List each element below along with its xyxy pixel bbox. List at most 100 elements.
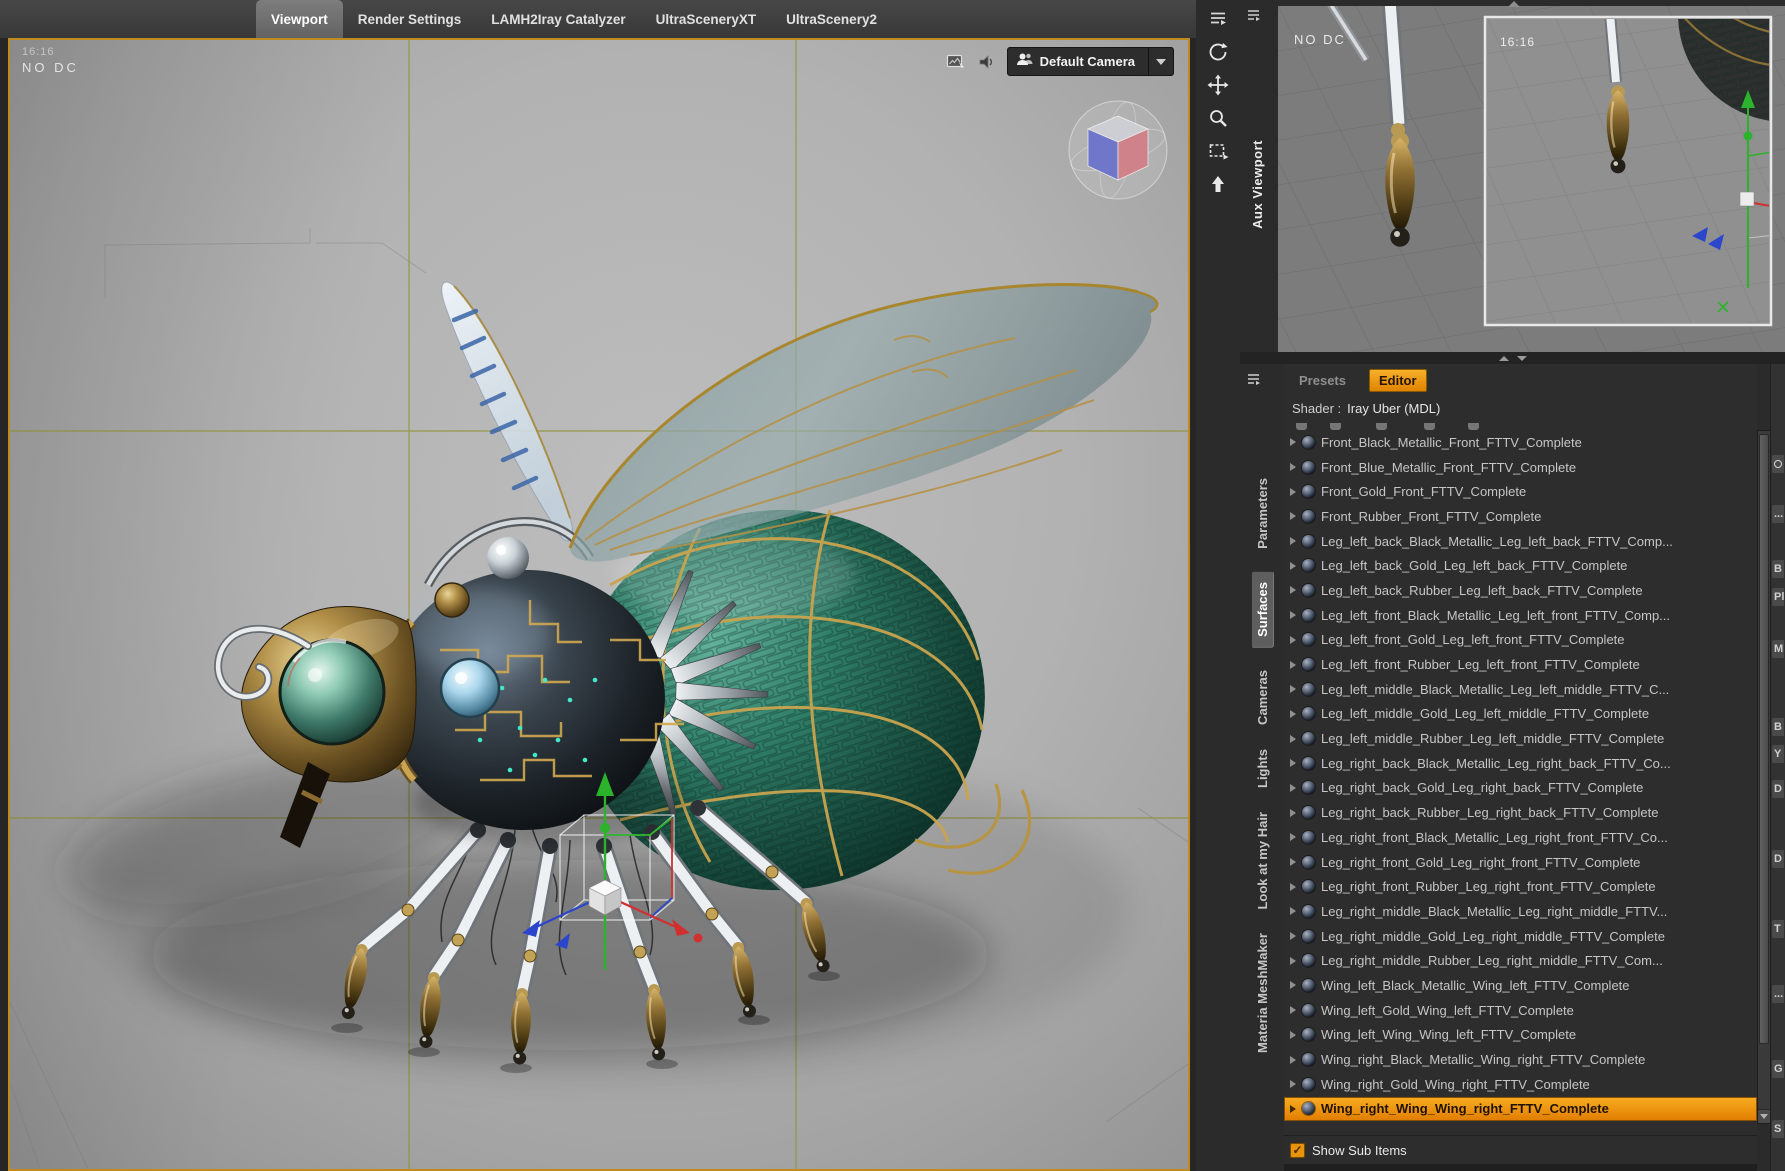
surface-row[interactable]: Wing_right_Black_Metallic_Wing_right_FTT… [1284, 1047, 1757, 1072]
surface-row[interactable]: Wing_right_Wing_Wing_right_FTTV_Complete [1284, 1096, 1757, 1122]
tab-render-settings[interactable]: Render Settings [343, 0, 477, 38]
camera-selector-arrow[interactable] [1148, 48, 1173, 75]
tab-lamh2iray-catalyzer[interactable]: LAMH2Iray Catalyzer [476, 0, 640, 38]
expander-icon[interactable] [1290, 611, 1296, 620]
3d-viewport[interactable]: 16:16 NO DC Default Camera [8, 38, 1190, 1171]
show-sub-items-checkbox[interactable] [1290, 1142, 1305, 1158]
aux-viewport-view[interactable]: NO DC 16:16 [1278, 6, 1785, 352]
expander-icon[interactable] [1290, 981, 1296, 990]
expander-icon[interactable] [1290, 537, 1296, 546]
surface-row[interactable]: Leg_right_front_Rubber_Leg_right_front_F… [1284, 874, 1757, 899]
surface-row[interactable]: Leg_left_front_Black_Metallic_Leg_left_f… [1284, 603, 1757, 628]
expander-icon[interactable] [1290, 956, 1296, 965]
pane-splitter[interactable] [1240, 352, 1785, 364]
camera-selector[interactable]: Default Camera [1006, 47, 1174, 76]
search-icon[interactable] [1772, 455, 1784, 473]
expander-icon[interactable] [1290, 660, 1296, 669]
dock-collapse-grip-top[interactable] [1507, 1, 1520, 7]
surfaces-tab-editor[interactable]: Editor [1368, 368, 1427, 392]
tab-viewport[interactable]: Viewport [256, 0, 343, 38]
tab-ultrascenery2[interactable]: UltraScenery2 [771, 0, 892, 38]
sidetab-surfaces[interactable]: Surfaces [1250, 570, 1274, 648]
cut-button[interactable]: D [1772, 780, 1784, 798]
dock-panel-icon[interactable] [1205, 6, 1231, 32]
tab-ultrasceneryxt[interactable]: UltraSceneryXT [641, 0, 772, 38]
expander-icon[interactable] [1290, 709, 1296, 718]
cut-button[interactable]: B [1772, 560, 1784, 578]
pan-icon[interactable] [1205, 72, 1231, 98]
surface-row[interactable]: Leg_left_middle_Black_Metallic_Leg_left_… [1284, 677, 1757, 702]
surface-row[interactable]: Front_Gold_Front_FTTV_Complete [1284, 479, 1757, 504]
surface-row[interactable]: Wing_left_Black_Metallic_Wing_left_FTTV_… [1284, 973, 1757, 998]
cut-button[interactable]: ... [1772, 985, 1784, 1003]
surface-row[interactable]: Wing_left_Gold_Wing_left_FTTV_Complete [1284, 998, 1757, 1023]
pane-menu-icon[interactable] [1246, 8, 1262, 27]
cut-button[interactable]: B [1772, 718, 1784, 736]
expander-icon[interactable] [1290, 932, 1296, 941]
expander-icon[interactable] [1290, 1055, 1296, 1064]
expander-icon[interactable] [1290, 759, 1296, 768]
expander-icon[interactable] [1290, 1104, 1296, 1113]
cut-button[interactable]: ... [1772, 505, 1784, 523]
cut-button[interactable]: D [1772, 850, 1784, 868]
expander-icon[interactable] [1290, 833, 1296, 842]
surface-row[interactable]: Leg_left_back_Rubber_Leg_left_back_FTTV_… [1284, 578, 1757, 603]
right-wing[interactable] [568, 282, 1159, 562]
orientation-cube[interactable] [1067, 99, 1169, 201]
scrollbar-down-button[interactable] [1758, 1109, 1770, 1123]
expander-icon[interactable] [1290, 1006, 1296, 1015]
surface-row[interactable]: Wing_right_Gold_Wing_right_FTTV_Complete [1284, 1072, 1757, 1097]
surface-row[interactable]: Leg_right_front_Gold_Leg_right_front_FTT… [1284, 850, 1757, 875]
frame-select-icon[interactable] [1205, 138, 1231, 164]
expander-icon[interactable] [1290, 907, 1296, 916]
render-preview-icon[interactable] [945, 52, 967, 72]
expander-icon[interactable] [1290, 734, 1296, 743]
expander-icon[interactable] [1290, 685, 1296, 694]
surface-row[interactable]: Leg_left_front_Gold_Leg_left_front_FTTV_… [1284, 628, 1757, 653]
surface-row[interactable]: Leg_left_middle_Gold_Leg_left_middle_FTT… [1284, 702, 1757, 727]
expander-icon[interactable] [1290, 882, 1296, 891]
surface-row[interactable]: Leg_right_back_Gold_Leg_right_back_FTTV_… [1284, 776, 1757, 801]
cut-button[interactable]: M [1772, 640, 1784, 658]
surface-row[interactable]: Leg_left_front_Rubber_Leg_left_front_FTT… [1284, 652, 1757, 677]
sidetab-parameters[interactable]: Parameters [1252, 476, 1273, 551]
pane-menu-icon[interactable] [1246, 372, 1262, 391]
aim-up-icon[interactable] [1205, 171, 1231, 197]
expander-icon[interactable] [1290, 512, 1296, 521]
surface-row[interactable]: Wing_left_Wing_Wing_left_FTTV_Complete [1284, 1023, 1757, 1048]
list-scrollbar[interactable] [1757, 430, 1771, 1124]
expander-icon[interactable] [1290, 808, 1296, 817]
orbit-icon[interactable] [1205, 39, 1231, 65]
expander-icon[interactable] [1290, 561, 1296, 570]
expander-icon[interactable] [1290, 783, 1296, 792]
cut-button[interactable]: S [1772, 1120, 1784, 1138]
surface-row[interactable]: Leg_left_middle_Rubber_Leg_left_middle_F… [1284, 726, 1757, 751]
cut-button[interactable]: G [1772, 1060, 1784, 1078]
speaker-icon[interactable] [976, 52, 998, 72]
expander-icon[interactable] [1290, 487, 1296, 496]
expander-icon[interactable] [1290, 635, 1296, 644]
surface-row[interactable]: Front_Rubber_Front_FTTV_Complete [1284, 504, 1757, 529]
surface-row[interactable]: Leg_right_front_Black_Metallic_Leg_right… [1284, 825, 1757, 850]
expander-icon[interactable] [1290, 438, 1296, 447]
zoom-icon[interactable] [1205, 105, 1231, 131]
surface-row[interactable]: Front_Black_Metallic_Front_FTTV_Complete [1284, 430, 1757, 455]
sidetab-lights[interactable]: Lights [1252, 747, 1273, 790]
surface-row[interactable]: Leg_left_back_Black_Metallic_Leg_left_ba… [1284, 529, 1757, 554]
surface-row[interactable]: Front_Blue_Metallic_Front_FTTV_Complete [1284, 455, 1757, 480]
cut-button[interactable]: Y [1772, 745, 1784, 763]
expander-icon[interactable] [1290, 586, 1296, 595]
expander-icon[interactable] [1290, 858, 1296, 867]
surface-row[interactable]: Leg_right_back_Black_Metallic_Leg_right_… [1284, 751, 1757, 776]
surface-row[interactable]: Leg_left_back_Gold_Leg_left_back_FTTV_Co… [1284, 553, 1757, 578]
surface-row[interactable]: Leg_right_middle_Gold_Leg_right_middle_F… [1284, 924, 1757, 949]
expander-icon[interactable] [1290, 1080, 1296, 1089]
surface-row[interactable]: Leg_right_back_Rubber_Leg_right_back_FTT… [1284, 800, 1757, 825]
surface-row[interactable]: Leg_right_middle_Black_Metallic_Leg_righ… [1284, 899, 1757, 924]
surface-row[interactable]: Leg_right_middle_Rubber_Leg_right_middle… [1284, 948, 1757, 973]
tab-aux-viewport[interactable]: Aux Viewport [1250, 140, 1265, 229]
sidetab-materia-meshmaker[interactable]: Materia MeshMaker [1252, 931, 1273, 1055]
sidetab-cameras[interactable]: Cameras [1252, 668, 1273, 727]
surfaces-tab-presets[interactable]: Presets [1290, 370, 1355, 391]
cut-button[interactable]: Pl [1772, 588, 1784, 606]
